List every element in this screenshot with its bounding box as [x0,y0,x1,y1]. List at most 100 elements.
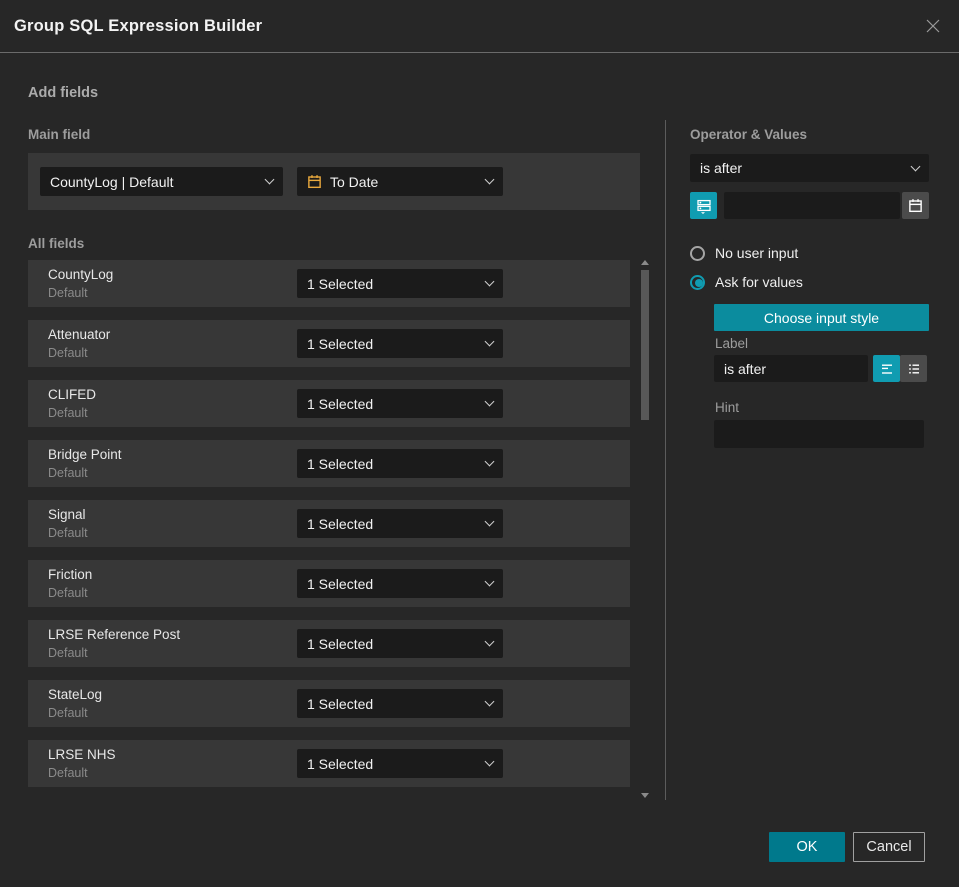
field-name: Friction [48,567,93,582]
field-selection-dropdown[interactable]: 1 Selected [297,689,503,718]
chevron-down-icon [484,576,495,587]
field-name: Attenuator [48,327,111,342]
field-row-lrse-nhs: LRSE NHS Default 1 Selected [28,740,630,787]
dropdown-value: 1 Selected [307,395,374,412]
main-field-dropdown[interactable]: CountyLog | Default [40,167,283,196]
group-sql-expression-builder-dialog: Group SQL Expression Builder Add fields … [0,0,959,887]
close-button[interactable] [923,16,943,36]
main-field-heading: Main field [28,127,91,142]
field-subtitle: Default [48,646,88,660]
field-selection-dropdown[interactable]: 1 Selected [297,449,503,478]
radio-selected-icon [690,274,705,290]
chevron-down-icon [484,456,495,467]
dropdown-value: 1 Selected [307,575,374,592]
calendar-icon [908,198,923,213]
field-selection-dropdown[interactable]: 1 Selected [297,509,503,538]
field-selection-dropdown[interactable]: 1 Selected [297,269,503,298]
field-row-friction: Friction Default 1 Selected [28,560,630,607]
bullet-list-icon [906,361,922,377]
field-row-countylog: CountyLog Default 1 Selected [28,260,630,307]
dropdown-value: 1 Selected [307,695,374,712]
field-name: LRSE Reference Post [48,627,181,642]
dropdown-value: 1 Selected [307,515,374,532]
scroll-up-arrow-icon[interactable] [641,260,649,265]
dialog-title: Group SQL Expression Builder [14,16,263,35]
cancel-button[interactable]: Cancel [853,832,925,862]
field-row-clifed: CLIFED Default 1 Selected [28,380,630,427]
date-mode-dropdown[interactable]: To Date [297,167,503,196]
ok-button-label: OK [796,839,818,855]
chevron-down-icon [484,336,495,347]
list-values-style-button[interactable] [900,355,927,382]
label-input[interactable]: is after [714,355,868,382]
label-input-value: is after [724,360,767,377]
dropdown-value: 1 Selected [307,275,374,292]
choose-input-style-button[interactable]: Choose input style [714,304,929,331]
all-fields-heading: All fields [28,236,85,251]
label-heading: Label [715,336,749,351]
cancel-button-label: Cancel [866,839,912,855]
operator-dropdown-value: is after [700,160,743,176]
chevron-down-icon [484,276,495,287]
field-subtitle: Default [48,586,88,600]
dropdown-value: 1 Selected [307,755,374,772]
chevron-down-icon [484,396,495,407]
field-row-signal: Signal Default 1 Selected [28,500,630,547]
field-selection-dropdown[interactable]: 1 Selected [297,629,503,658]
radio-label: No user input [715,245,799,261]
scroll-down-arrow-icon[interactable] [641,793,649,798]
field-subtitle: Default [48,466,88,480]
field-row-attenuator: Attenuator Default 1 Selected [28,320,630,367]
choose-input-style-label: Choose input style [763,309,880,326]
field-row-lrse-reference-post: LRSE Reference Post Default 1 Selected [28,620,630,667]
chevron-down-icon [484,516,495,527]
title-bar: Group SQL Expression Builder [0,0,959,53]
main-field-dropdown-value: CountyLog | Default [50,173,174,190]
align-left-lines-icon [879,361,895,377]
field-selection-dropdown[interactable]: 1 Selected [297,569,503,598]
operator-values-heading: Operator & Values [690,127,808,142]
field-name: StateLog [48,687,103,702]
close-icon [925,18,941,34]
ok-button[interactable]: OK [769,832,845,862]
field-selection-dropdown[interactable]: 1 Selected [297,329,503,358]
operator-dropdown[interactable]: is after [690,154,929,182]
radio-ask-for-values[interactable]: Ask for values [690,274,803,290]
field-row-statelog: StateLog Default 1 Selected [28,680,630,727]
hint-input[interactable] [714,420,924,448]
chevron-down-icon [484,174,495,185]
fields-scrollbar[interactable] [640,258,650,800]
all-fields-list: CountyLog Default 1 Selected Attenuator … [28,260,630,787]
field-subtitle: Default [48,346,88,360]
hint-heading: Hint [715,400,740,415]
field-selection-dropdown[interactable]: 1 Selected [297,749,503,778]
vertical-divider [665,120,666,800]
chevron-down-icon [484,696,495,707]
chevron-down-icon [264,174,275,185]
field-name: CountyLog [48,267,114,282]
field-name: LRSE NHS [48,747,116,762]
field-selection-dropdown[interactable]: 1 Selected [297,389,503,418]
scrollbar-thumb[interactable] [641,270,649,420]
field-name: Bridge Point [48,447,122,462]
field-subtitle: Default [48,286,88,300]
main-field-panel: CountyLog | Default To Date [28,153,640,210]
chevron-down-icon [910,161,921,171]
field-subtitle: Default [48,526,88,540]
field-row-bridge-point: Bridge Point Default 1 Selected [28,440,630,487]
calendar-icon [307,174,322,189]
date-value-input[interactable] [724,192,900,219]
add-fields-heading: Add fields [28,85,99,101]
date-picker-button[interactable] [902,192,929,219]
chevron-down-icon [484,756,495,767]
radio-no-user-input[interactable]: No user input [690,245,798,261]
values-from-data-button[interactable] [690,192,717,219]
single-value-style-button[interactable] [873,355,900,382]
radio-label: Ask for values [715,274,803,290]
field-name: CLIFED [48,387,97,402]
chevron-down-icon [484,636,495,647]
field-subtitle: Default [48,706,88,720]
radio-unselected-icon [690,245,705,261]
dropdown-value: 1 Selected [307,635,374,652]
field-name: Signal [48,507,86,522]
